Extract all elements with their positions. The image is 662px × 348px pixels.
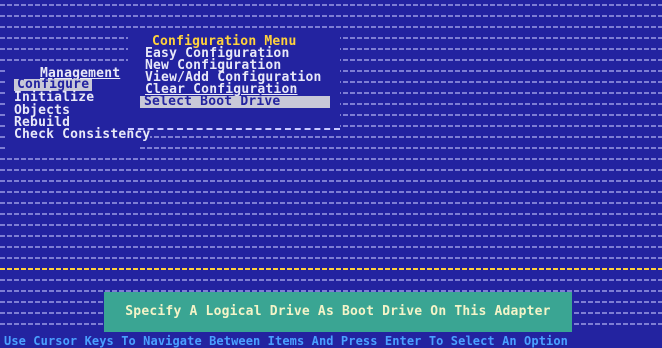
bios-config-screen: Management Configure Initialize Objects … bbox=[0, 0, 662, 348]
footer-hint: Use Cursor Keys To Navigate Between Item… bbox=[4, 334, 568, 348]
config-item-select-boot-drive[interactable]: Select Boot Drive bbox=[140, 95, 330, 108]
status-message: Specify A Logical Drive As Boot Drive On… bbox=[125, 304, 551, 319]
separator-line bbox=[0, 268, 662, 270]
menu-item-check-consistency[interactable]: Check Consistency bbox=[14, 128, 151, 141]
status-message-box: Specify A Logical Drive As Boot Drive On… bbox=[104, 292, 572, 332]
